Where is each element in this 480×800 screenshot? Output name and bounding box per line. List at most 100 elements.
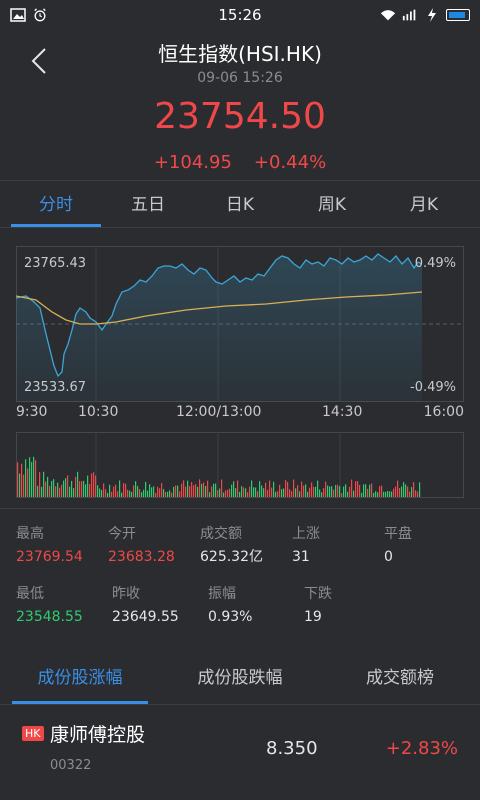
volume-bar: [317, 480, 319, 497]
volume-bar: [209, 492, 211, 497]
volume-bar: [409, 491, 411, 497]
volume-bar: [233, 481, 235, 497]
volume-bar: [103, 483, 105, 497]
volume-bar: [327, 485, 329, 497]
volume-bar: [81, 481, 83, 497]
volume-bar: [355, 481, 357, 497]
volume-bar: [79, 481, 81, 497]
volume-bar: [77, 471, 79, 497]
volume-bar: [191, 481, 193, 497]
volume-bar: [179, 491, 181, 497]
right-top-label: 0.49%: [414, 256, 456, 271]
time-label: 14:30: [322, 404, 363, 420]
tab-five-day[interactable]: 五日: [103, 185, 193, 227]
volume-bar: [37, 485, 39, 497]
tab-top-turnover[interactable]: 成交额榜: [330, 654, 470, 704]
volume-bar: [29, 457, 31, 497]
volume-bar: [283, 488, 285, 497]
volume-bar: [23, 474, 25, 497]
volume-bar: [165, 491, 167, 497]
volume-bar: [401, 486, 403, 497]
volume-bar: [267, 489, 269, 497]
volume-bar: [157, 486, 159, 497]
stat-unchanged: 平盘 0: [384, 526, 412, 565]
chart-period-tabs: 分时 五日 日K 周K 月K: [0, 185, 480, 227]
volume-bar: [391, 491, 393, 497]
stock-name: 康师傅控股: [50, 724, 146, 746]
volume-bar: [347, 491, 349, 497]
volume-bar: [153, 486, 155, 497]
volume-bar: [247, 492, 249, 497]
time-label: 10:30: [78, 404, 119, 420]
volume-bar: [65, 478, 67, 497]
tab-top-losers[interactable]: 成份股跌幅: [170, 654, 310, 704]
volume-bar: [357, 481, 359, 497]
volume-bar: [181, 483, 183, 497]
volume-bar: [271, 487, 273, 497]
volume-bar: [383, 491, 385, 497]
volume-bar: [239, 491, 241, 497]
volume-bar: [253, 487, 255, 497]
volume-bar: [237, 480, 239, 497]
volume-bar: [57, 482, 59, 497]
volume-bar: [167, 491, 169, 497]
volume-bar: [411, 487, 413, 497]
volume-bar: [373, 492, 375, 497]
volume-bar: [199, 479, 201, 497]
volume-bar: [269, 480, 271, 497]
volume-bar: [75, 476, 77, 497]
status-time: 15:26: [218, 6, 262, 24]
volume-bar: [89, 484, 91, 497]
volume-bar: [359, 485, 361, 497]
volume-bar: [155, 492, 157, 497]
volume-bar: [131, 491, 133, 497]
tab-daily-k[interactable]: 日K: [195, 185, 285, 227]
tab-top-gainers[interactable]: 成份股涨幅: [10, 654, 150, 704]
volume-bar: [389, 491, 391, 497]
divider: [0, 180, 480, 181]
volume-bar: [225, 490, 227, 497]
volume-bar: [101, 489, 103, 497]
quote-datetime: 09-06 15:26: [197, 70, 283, 86]
price-change-pct: +0.44%: [253, 152, 327, 173]
intraday-chart[interactable]: 23765.43 23533.67 0.49% -0.49%: [16, 246, 464, 402]
volume-bar: [265, 482, 267, 497]
stat-advancers: 上涨 31: [292, 526, 320, 565]
volume-chart[interactable]: [16, 432, 464, 498]
list-item[interactable]: HK 康师傅控股 00322 8.350 +2.83%: [0, 710, 480, 800]
volume-bar: [295, 488, 297, 497]
volume-bar: [363, 484, 365, 497]
volume-bar: [171, 492, 173, 497]
volume-bar: [297, 485, 299, 497]
volume-bar: [249, 486, 251, 497]
volume-bar: [85, 484, 87, 497]
volume-bar: [201, 483, 203, 497]
volume-bar: [123, 483, 125, 497]
y-bottom-label: 23533.67: [24, 380, 87, 395]
volume-bar: [67, 475, 69, 497]
volume-bar: [111, 491, 113, 497]
volume-bar: [137, 486, 139, 497]
volume-bar: [291, 491, 293, 497]
volume-bar: [203, 482, 205, 497]
volume-bar: [325, 481, 327, 497]
volume-bar: [133, 485, 135, 497]
volume-bar: [299, 491, 301, 497]
header: 恒生指数(HSI.HK) 09-06 15:26 23754.50 +104.9…: [0, 30, 480, 180]
price-change: +104.95: [153, 152, 232, 173]
volume-bar: [315, 486, 317, 497]
volume-bar: [73, 488, 75, 497]
volume-bar: [335, 485, 337, 497]
volume-bar: [381, 485, 383, 497]
volume-bar: [41, 486, 43, 497]
volume-bar: [161, 482, 163, 497]
battery-icon: [446, 9, 470, 21]
tab-monthly-k[interactable]: 月K: [379, 185, 469, 227]
time-label: 16:00: [423, 404, 464, 420]
tab-intraday[interactable]: 分时: [11, 185, 101, 227]
volume-bar: [309, 487, 311, 497]
volume-bar: [329, 486, 331, 497]
volume-bar: [63, 480, 65, 497]
volume-bar: [259, 481, 261, 497]
tab-weekly-k[interactable]: 周K: [287, 185, 377, 227]
